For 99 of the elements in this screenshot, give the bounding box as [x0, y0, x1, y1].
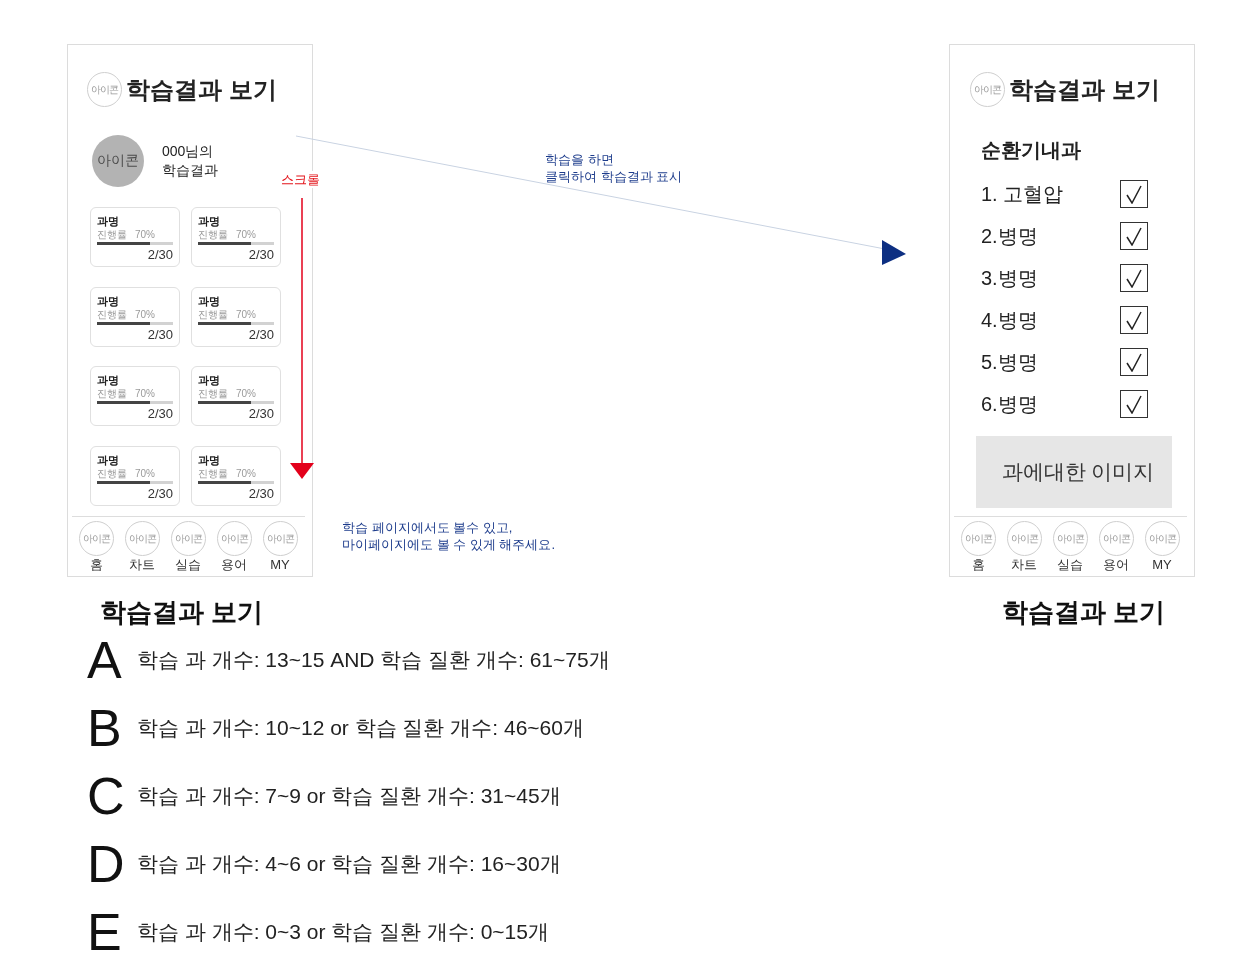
grade-criteria: 학습 과 개수: 13~15 AND 학습 질환 개수: 61~75개 — [137, 647, 610, 673]
disease-name: 3.병명 — [981, 265, 1038, 291]
grade-criteria: 학습 과 개수: 7~9 or 학습 질환 개수: 31~45개 — [137, 783, 561, 809]
check-icon — [1126, 226, 1142, 246]
progress-percent: 70% — [236, 229, 256, 241]
course-card[interactable]: 과명 진행률 70% 2/30 — [90, 207, 180, 267]
nav-tab[interactable]: 아이콘 실습 — [1047, 521, 1093, 572]
course-name: 과명 — [198, 215, 220, 228]
screen-caption: 학습결과 보기 — [1002, 597, 1166, 627]
nav-tab[interactable]: 아이콘 용어 — [1093, 521, 1139, 572]
scroll-label: 스크롤 — [281, 171, 320, 188]
progress-label: 진행률 — [97, 229, 127, 241]
checkbox[interactable] — [1120, 348, 1148, 376]
course-card[interactable]: 과명 진행률 70% 2/30 — [90, 445, 180, 506]
nav-tab[interactable]: 아이콘 차트 — [1001, 521, 1047, 572]
image-placeholder: 과에대한 이미지 — [976, 436, 1172, 508]
icon-placeholder: 아이콘 — [1052, 521, 1088, 556]
icon-placeholder: 아이콘 — [216, 521, 252, 556]
disease-name: 4.병명 — [981, 307, 1038, 333]
icon-placeholder: 아이콘 — [960, 521, 996, 556]
nav-tab[interactable]: 아이콘 MY — [257, 521, 303, 572]
course-name: 과명 — [97, 374, 119, 387]
progress-label: 진행률 — [97, 308, 127, 321]
progress-label: 진행률 — [97, 388, 127, 400]
lesson-count: 2/30 — [248, 406, 274, 421]
lesson-count: 2/30 — [248, 485, 274, 501]
check-icon — [1126, 394, 1142, 414]
progress-label: 진행률 — [198, 467, 228, 480]
profile-avatar[interactable]: 아이콘 — [92, 135, 144, 187]
progress-percent: 70% — [236, 388, 256, 400]
annotation-note: 학습을 하면 클릭하여 학습결과 표시 — [545, 151, 683, 185]
grade-letter: C — [87, 768, 126, 824]
greeting-text: 000님의 학습결과 — [162, 142, 218, 180]
annotation-note: 학습 페이지에서도 볼수 있고, 마이페이지에도 볼 수 있게 해주세요. — [342, 519, 556, 553]
grade-letter: B — [87, 700, 123, 756]
grade-letter: E — [87, 904, 123, 960]
grade-criteria: 학습 과 개수: 4~6 or 학습 질환 개수: 16~30개 — [137, 851, 561, 877]
screen-caption: 학습결과 보기 — [100, 597, 264, 627]
check-icon — [1126, 184, 1142, 204]
icon-placeholder: 아이콘 — [1144, 521, 1180, 556]
checkbox[interactable] — [1120, 390, 1148, 418]
lesson-count: 2/30 — [147, 485, 173, 501]
progress-percent: 70% — [236, 467, 256, 480]
progress-percent: 70% — [135, 467, 155, 480]
progress-label: 진행률 — [198, 388, 228, 400]
check-icon — [1126, 268, 1142, 288]
icon-placeholder: 아이콘 — [262, 521, 298, 556]
course-card[interactable]: 과명 진행률 70% 2/30 — [90, 366, 180, 426]
progress-percent: 70% — [135, 308, 155, 321]
disease-name: 2.병명 — [981, 223, 1038, 249]
progress-percent: 70% — [236, 308, 256, 321]
nav-tab[interactable]: 아이콘 홈 — [955, 521, 1001, 572]
progress-label: 진행률 — [198, 229, 228, 241]
course-name: 과명 — [97, 453, 119, 467]
lesson-count: 2/30 — [248, 326, 274, 342]
grade-letter: D — [87, 836, 126, 892]
grade-criteria: 학습 과 개수: 0~3 or 학습 질환 개수: 0~15개 — [137, 919, 549, 945]
check-icon — [1126, 352, 1142, 372]
lesson-count: 2/30 — [248, 247, 274, 262]
progress-label: 진행률 — [97, 467, 127, 480]
department-title: 순환기내과 — [981, 138, 1081, 163]
lesson-count: 2/30 — [147, 247, 173, 262]
disease-name: 6.병명 — [981, 391, 1038, 417]
checkbox[interactable] — [1120, 180, 1148, 208]
nav-tab[interactable]: 아이콘 용어 — [211, 521, 257, 572]
lesson-count: 2/30 — [147, 406, 173, 421]
course-card[interactable]: 과명 진행률 70% 2/30 — [191, 207, 281, 267]
disease-name: 5.병명 — [981, 349, 1038, 375]
progress-percent: 70% — [135, 388, 155, 400]
course-card[interactable]: 과명 진행률 70% 2/30 — [191, 445, 281, 506]
checkbox[interactable] — [1120, 222, 1148, 250]
check-icon — [1126, 310, 1142, 330]
nav-tab[interactable]: 아이콘 실습 — [165, 521, 211, 572]
icon-placeholder: 아이콘 — [78, 521, 114, 556]
course-name: 과명 — [97, 294, 119, 308]
course-name: 과명 — [97, 215, 119, 228]
checkbox[interactable] — [1120, 264, 1148, 292]
icon-placeholder: 아이콘 — [1006, 521, 1042, 556]
screen-title: 학습결과 보기 — [1009, 74, 1160, 105]
course-card[interactable]: 과명 진행률 70% 2/30 — [191, 366, 281, 426]
course-name: 과명 — [198, 453, 220, 467]
screen-title: 학습결과 보기 — [126, 74, 277, 105]
nav-tab[interactable]: 아이콘 MY — [1139, 521, 1185, 572]
nav-tab[interactable]: 아이콘 홈 — [73, 521, 119, 572]
course-card[interactable]: 과명 진행률 70% 2/30 — [191, 286, 281, 347]
course-name: 과명 — [198, 294, 220, 308]
icon-placeholder: 아이콘 — [124, 521, 160, 556]
disease-name: 1. 고혈압 — [981, 181, 1064, 207]
course-card[interactable]: 과명 진행률 70% 2/30 — [90, 286, 180, 347]
nav-tab[interactable]: 아이콘 차트 — [119, 521, 165, 572]
grade-letter: A — [87, 632, 123, 688]
course-name: 과명 — [198, 374, 220, 387]
checkbox[interactable] — [1120, 306, 1148, 334]
icon-placeholder: 아이콘 — [170, 521, 206, 556]
progress-label: 진행률 — [198, 308, 228, 321]
icon-placeholder: 아이콘 — [1098, 521, 1134, 556]
lesson-count: 2/30 — [147, 326, 173, 342]
grade-criteria: 학습 과 개수: 10~12 or 학습 질환 개수: 46~60개 — [137, 715, 584, 741]
progress-percent: 70% — [135, 229, 155, 241]
